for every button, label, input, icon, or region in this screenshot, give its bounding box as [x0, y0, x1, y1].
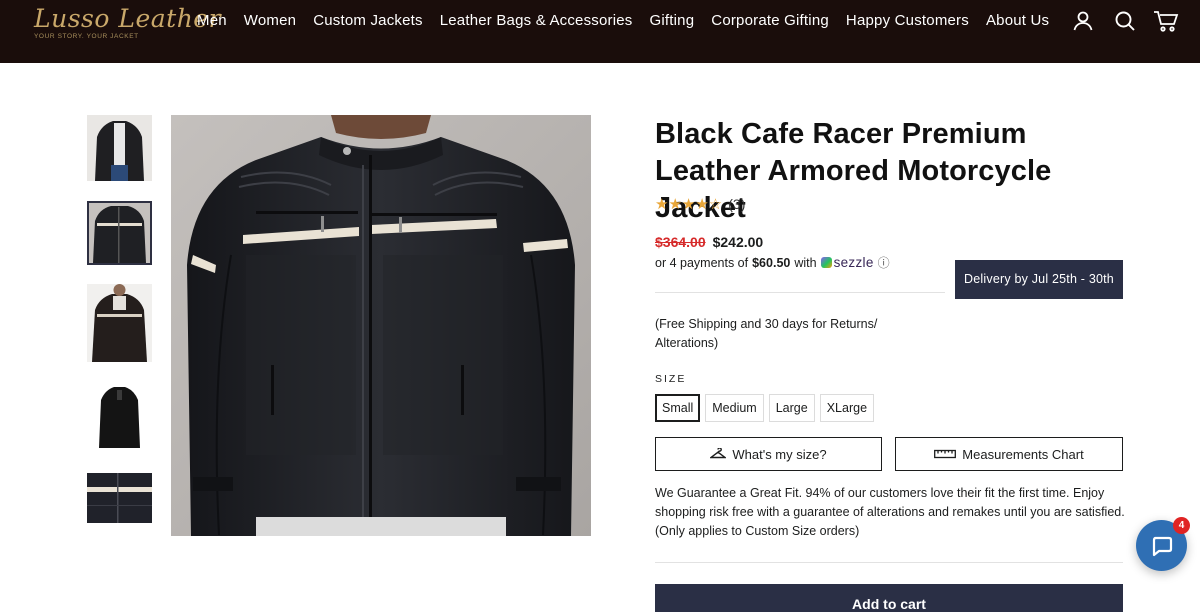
size-option-small[interactable]: Small [655, 394, 701, 422]
sezzle-prefix: or 4 payments of [655, 255, 749, 270]
thumbnail-1[interactable] [87, 115, 152, 181]
thumbnail-2[interactable] [87, 201, 152, 265]
main-nav: Men Women Custom Jackets Leather Bags & … [197, 12, 1066, 30]
size-option-large[interactable]: Large [768, 394, 815, 422]
chat-bubble-icon [1152, 536, 1172, 556]
sezzle-suffix: with [794, 255, 817, 270]
shipping-note: (Free Shipping and 30 days for Returns/ … [655, 317, 878, 350]
site-header: Lusso Leather YOUR STORY. YOUR JACKET Me… [0, 0, 1200, 63]
hanger-icon [710, 448, 727, 459]
nav-item-leather-bags[interactable]: Leather Bags & Accessories [440, 12, 633, 30]
star-rating-icon: ★★★★☆ [655, 196, 723, 213]
compare-at-price: $364.00 [655, 234, 706, 250]
whats-my-size-button[interactable]: What's my size? [655, 437, 882, 471]
info-icon[interactable]: ⓘ [878, 254, 890, 271]
thumbnail-image [87, 115, 152, 181]
thumbnail-image [87, 473, 152, 523]
price: $364.00 $242.00 [655, 234, 763, 250]
product-rating[interactable]: ★★★★☆ (3) [655, 195, 745, 213]
sezzle-brand: sezzle [833, 255, 874, 270]
nav-item-women[interactable]: Women [244, 12, 296, 30]
logo-text: Lusso Leather [34, 4, 222, 33]
size-selector: Small Medium Large XLarge [655, 394, 879, 422]
nav-item-corporate-gifting[interactable]: Corporate Gifting [711, 12, 829, 30]
chat-notification-badge: 4 [1173, 517, 1190, 534]
add-to-cart-button[interactable]: Add to cart [655, 584, 1123, 612]
review-count[interactable]: (3) [728, 196, 745, 212]
measurements-chart-label: Measurements Chart [962, 446, 1084, 462]
logo-tagline: YOUR STORY. YOUR JACKET [34, 33, 139, 40]
cart-icon[interactable] [1153, 9, 1179, 33]
logo[interactable]: Lusso Leather YOUR STORY. YOUR JACKET [30, 2, 221, 46]
size-option-medium[interactable]: Medium [705, 394, 764, 422]
thumbnail-4[interactable] [87, 382, 152, 452]
thumbnail-image [87, 382, 152, 452]
thumbnail-image [87, 284, 152, 362]
sale-price: $242.00 [712, 234, 764, 250]
size-label: SIZE [655, 373, 687, 385]
sezzle-mark-icon [820, 257, 832, 268]
nav-item-happy-customers[interactable]: Happy Customers [846, 12, 969, 30]
search-icon[interactable] [1113, 9, 1137, 33]
whats-my-size-label: What's my size? [732, 446, 827, 462]
thumbnail-5[interactable] [87, 473, 152, 523]
fit-guarantee-text: We Guarantee a Great Fit. 94% of our cus… [655, 486, 1125, 538]
measurements-chart-button[interactable]: Measurements Chart [895, 437, 1123, 471]
thumbnail-image [89, 203, 150, 263]
nav-item-men[interactable]: Men [197, 12, 227, 30]
main-product-image[interactable] [171, 115, 591, 536]
sezzle-amount: $60.50 [752, 255, 791, 270]
account-icon[interactable] [1071, 9, 1095, 33]
sezzle-installments: or 4 payments of $60.50 with sezzle ⓘ [655, 254, 890, 271]
jacket-image [171, 115, 591, 536]
delivery-badge: Delivery by Jul 25th - 30th [955, 260, 1123, 299]
nav-item-custom-jackets[interactable]: Custom Jackets [313, 12, 423, 30]
sezzle-logo[interactable]: sezzle [820, 255, 874, 270]
divider [655, 292, 945, 293]
divider [655, 562, 1123, 563]
thumbnail-3[interactable] [87, 284, 152, 362]
nav-item-gifting[interactable]: Gifting [650, 12, 695, 30]
size-option-xlarge[interactable]: XLarge [819, 394, 875, 422]
ruler-icon [934, 449, 957, 459]
nav-item-about-us[interactable]: About Us [986, 12, 1049, 30]
